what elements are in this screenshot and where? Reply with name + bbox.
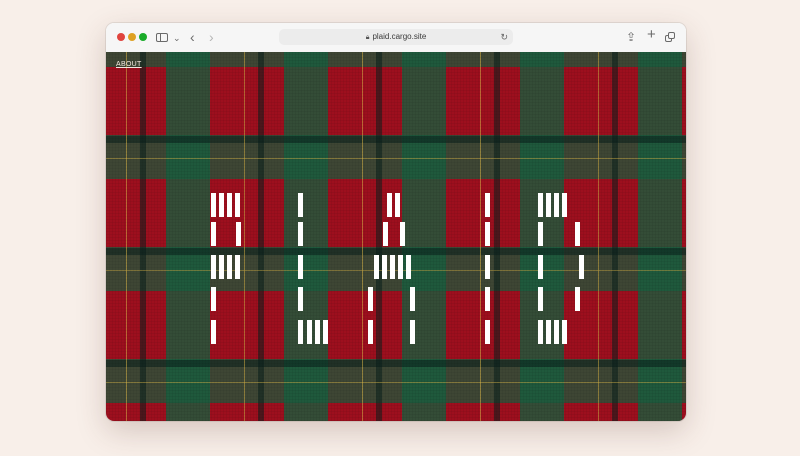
letter-bar (538, 287, 543, 311)
minimize-window-button[interactable] (128, 33, 136, 41)
letter-bar (538, 193, 543, 217)
letter-bar (579, 255, 584, 279)
letter-bar (554, 320, 559, 344)
letter-bar (546, 320, 551, 344)
letter-bar (575, 287, 580, 311)
letter-bar (554, 193, 559, 217)
sidebar-icon[interactable] (156, 33, 168, 42)
lock-icon: 🔒︎ (365, 34, 370, 41)
letter-bar (538, 255, 543, 279)
url-text: plaid.cargo.site (372, 32, 427, 41)
letter-bar (538, 320, 543, 344)
chevron-down-icon[interactable]: ⌄ (173, 30, 181, 46)
browser-window: ⌄ ‹ › 🔒︎ plaid.cargo.site ↻ ⇪ + ABOUT (106, 23, 686, 421)
letter-bar (546, 193, 551, 217)
share-icon[interactable]: ⇪ (626, 29, 636, 45)
reload-icon[interactable]: ↻ (500, 29, 508, 45)
letter-bar (538, 222, 543, 246)
letter-bar (562, 320, 567, 344)
back-icon[interactable]: ‹ (190, 29, 195, 45)
forward-icon[interactable]: › (209, 29, 214, 45)
tab-overview-icon[interactable] (665, 32, 675, 42)
address-bar[interactable]: 🔒︎ plaid.cargo.site ↻ (279, 29, 513, 45)
zoom-window-button[interactable] (139, 33, 147, 41)
plaid-word (106, 52, 686, 421)
close-window-button[interactable] (117, 33, 125, 41)
letter-d (106, 52, 686, 421)
title-bar: ⌄ ‹ › 🔒︎ plaid.cargo.site ↻ ⇪ + (106, 23, 686, 53)
letter-bar (562, 193, 567, 217)
plaid-page: ABOUT (106, 52, 686, 421)
new-tab-icon[interactable]: + (647, 27, 656, 43)
letter-bar (575, 222, 580, 246)
